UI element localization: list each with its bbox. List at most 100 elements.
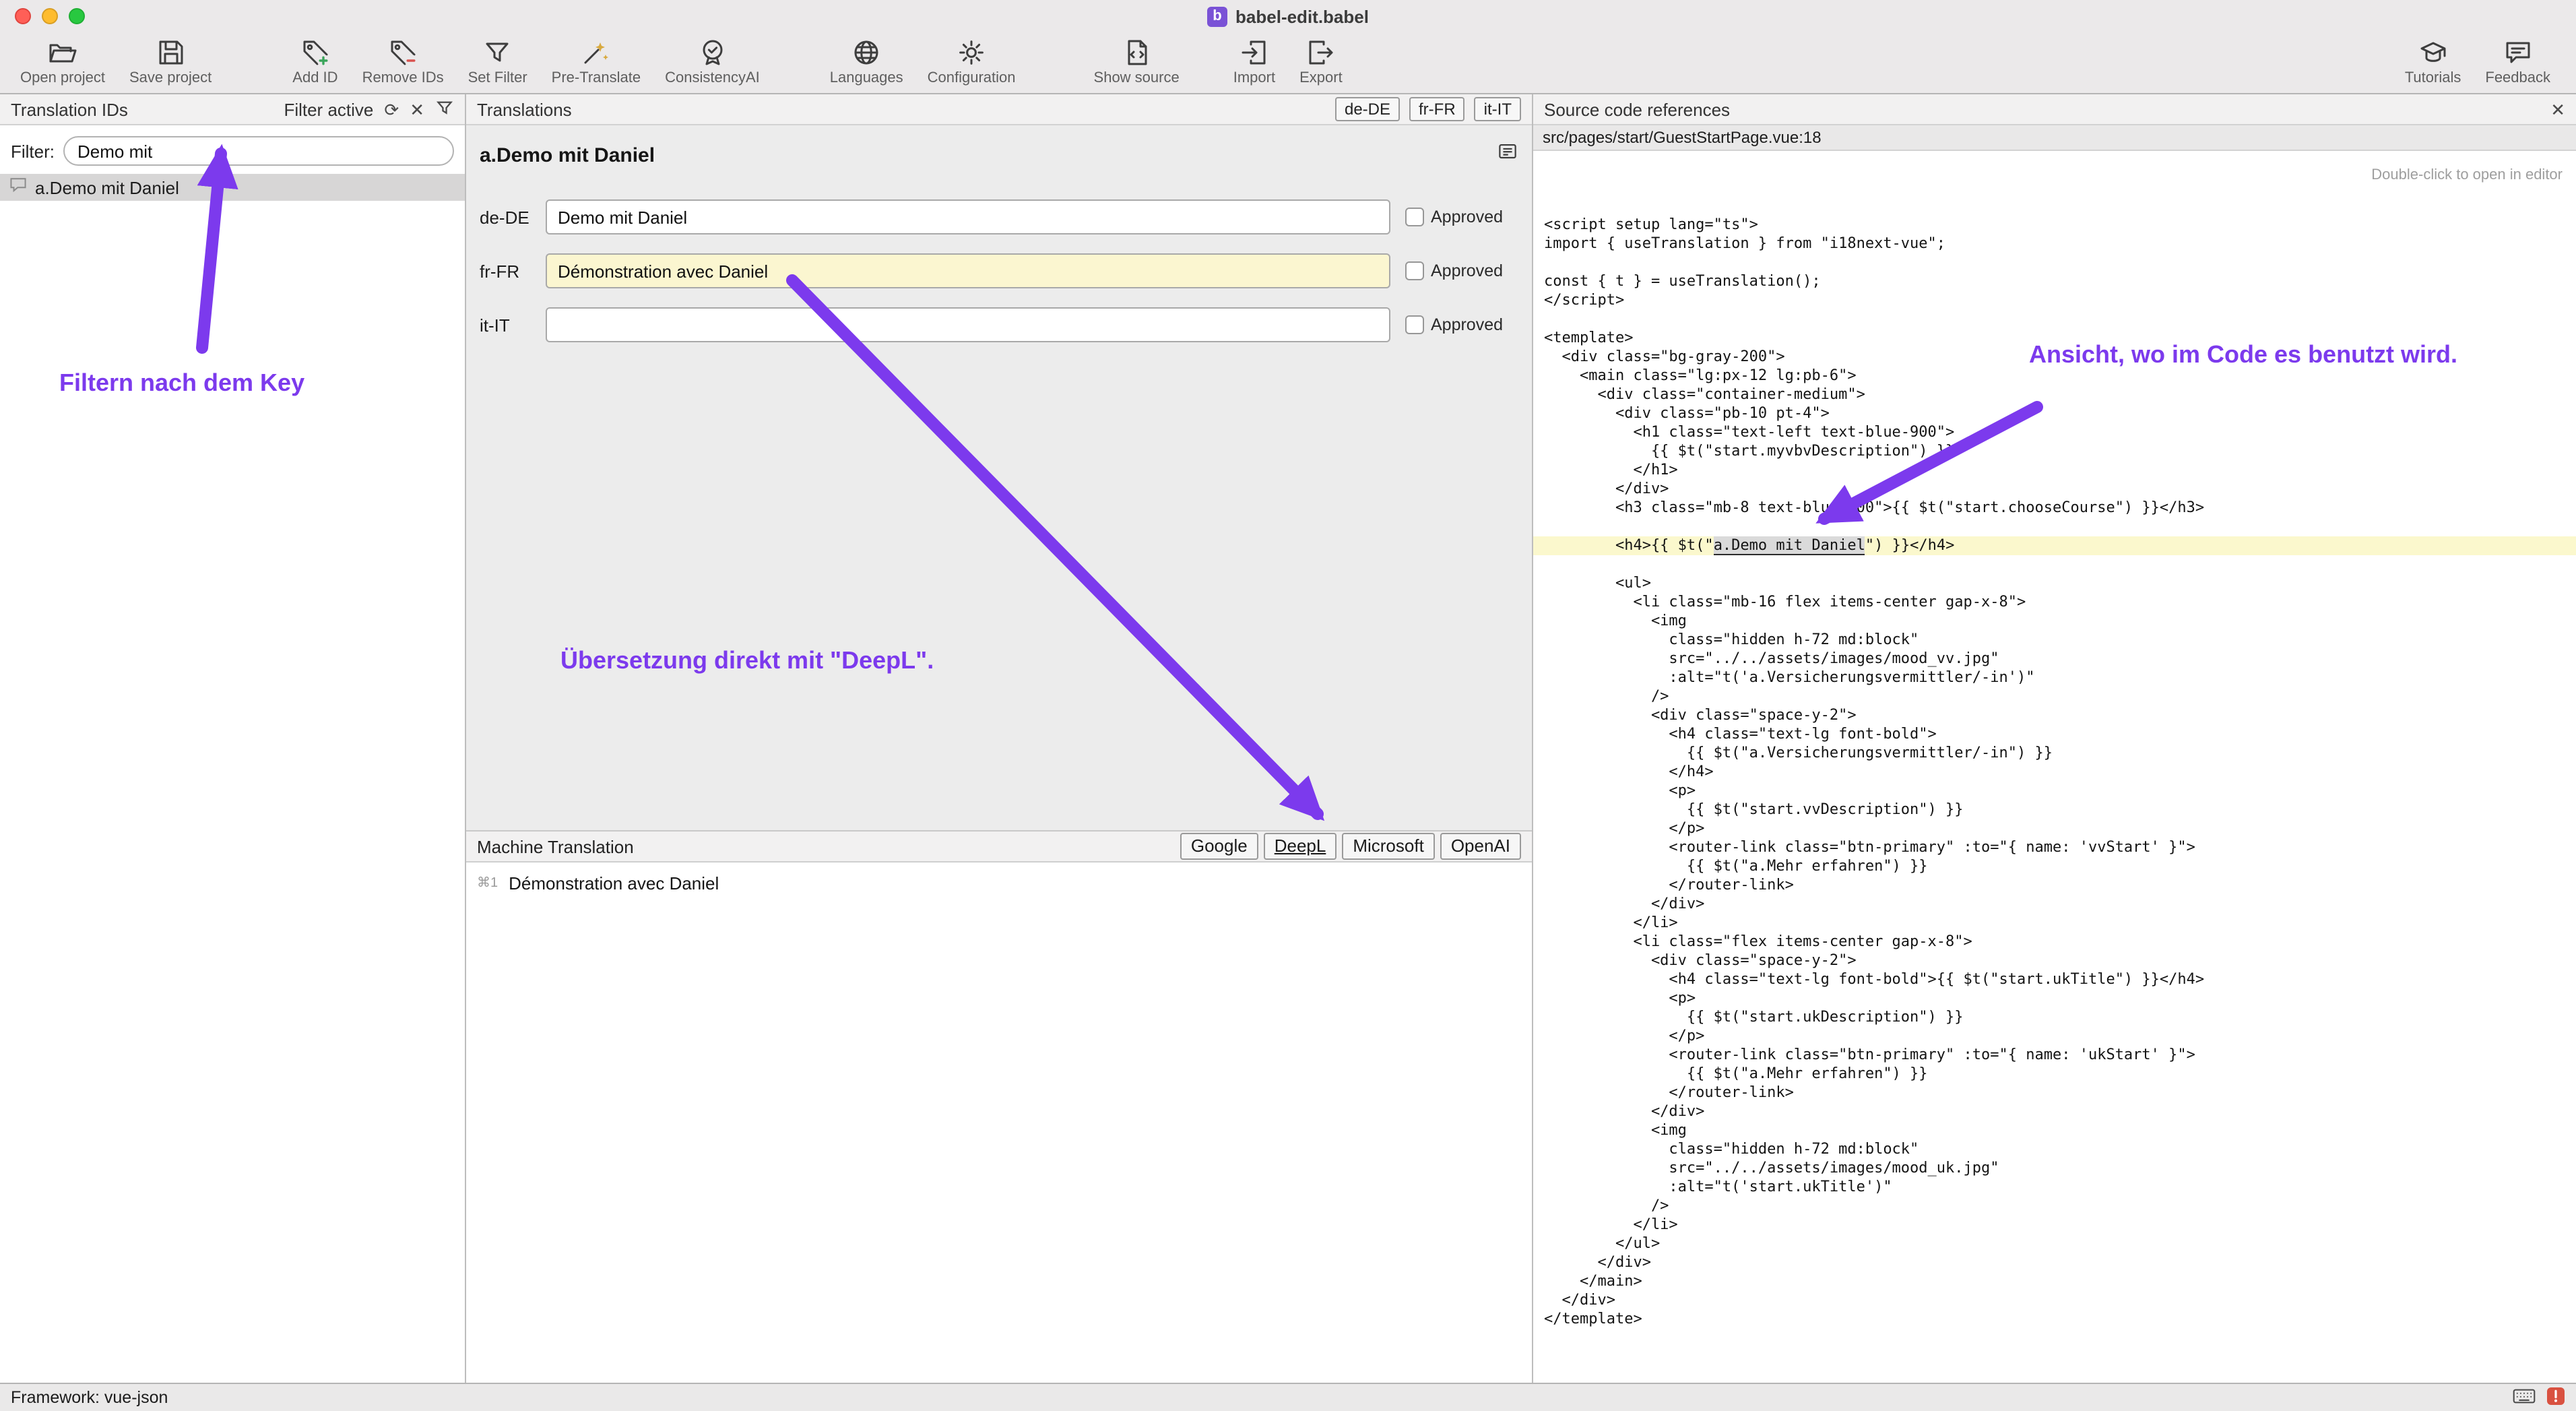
code-line <box>1533 253 2576 272</box>
tab-it-IT[interactable]: it-IT <box>1475 97 1521 121</box>
code-line: {{ $t("a.Mehr erfahren") }} <box>1533 1065 2576 1084</box>
framework-label: Framework: vue-json <box>11 1388 168 1407</box>
editor-hint-row: Double-click to open in editor <box>1533 151 2576 205</box>
save-project-button[interactable]: Save project <box>117 35 224 88</box>
language-label: fr-FR <box>480 261 546 281</box>
tag-remove-icon <box>388 36 418 69</box>
code-line: </p> <box>1533 1027 2576 1046</box>
tab-de-DE[interactable]: de-DE <box>1335 97 1400 121</box>
toolbar-label: Export <box>1299 70 1343 86</box>
code-line: </router-link> <box>1533 876 2576 895</box>
code-line: <div class="space-y-2"> <box>1533 951 2576 970</box>
code-line: <ul> <box>1533 574 2576 593</box>
minimize-window-button[interactable] <box>42 8 58 24</box>
highlighted-translation-key[interactable]: a.Demo mit Daniel <box>1714 536 1865 555</box>
set-filter-button[interactable]: Set Filter <box>456 35 540 88</box>
clear-filter-icon[interactable]: ✕ <box>410 100 424 118</box>
tag-add-icon <box>300 36 330 69</box>
code-line: <main class="lg:px-12 lg:pb-6"> <box>1533 367 2576 385</box>
code-line: </main> <box>1533 1272 2576 1291</box>
file-reference-bar[interactable]: src/pages/start/GuestStartPage.vue:18 <box>1533 125 2576 151</box>
code-line: src="../../assets/images/mood_uk.jpg" <box>1533 1159 2576 1178</box>
code-line: {{ $t("start.vvDescription") }} <box>1533 801 2576 819</box>
translation-input-fr-FR[interactable] <box>546 253 1390 288</box>
code-line: </h1> <box>1533 461 2576 480</box>
toolbar-label: Pre-Translate <box>552 70 641 86</box>
open-project-button[interactable]: Open project <box>8 35 117 88</box>
mt-engine-switcher: Google DeepL Microsoft OpenAI <box>1180 833 1521 860</box>
translations-header: Translations de-DE fr-FR it-IT <box>466 94 1532 125</box>
refresh-icon[interactable]: ⟳ <box>384 100 399 118</box>
toolbar-label: Tutorials <box>2405 70 2461 86</box>
feedback-button[interactable]: Feedback <box>2473 35 2563 88</box>
panel-title: Translations <box>477 99 572 119</box>
toolbar-label: Add ID <box>292 70 337 86</box>
error-indicator-icon[interactable] <box>2546 1386 2565 1409</box>
code-line: <p> <box>1533 782 2576 801</box>
babeledit-window: b babel-edit.babel Open project Save pro… <box>0 0 2576 1411</box>
import-button[interactable]: Import <box>1221 35 1287 88</box>
code-line: class="hidden h-72 md:block" <box>1533 1140 2576 1159</box>
export-button[interactable]: Export <box>1287 35 1355 88</box>
mt-suggestion-row[interactable]: ⌘1 Démonstration avec Daniel <box>477 873 1521 893</box>
close-window-button[interactable] <box>15 8 31 24</box>
magic-wand-icon <box>581 36 611 69</box>
window-title: babel-edit.babel <box>1235 6 1369 26</box>
toolbar-label: Import <box>1233 70 1275 86</box>
source-code[interactable]: <script setup lang="ts">import { useTran… <box>1533 205 2576 1383</box>
filter-input[interactable] <box>63 136 454 166</box>
translation-input-de-DE[interactable] <box>546 199 1390 234</box>
translation-input-it-IT[interactable] <box>546 307 1390 342</box>
machine-translation-header: Machine Translation Google DeepL Microso… <box>466 830 1532 863</box>
code-line: src="../../assets/images/mood_vv.jpg" <box>1533 650 2576 668</box>
toolbar: Open project Save project Add ID Remove … <box>0 32 2576 94</box>
translations-body: a.Demo mit Daniel de-DE Approved fr-FR A… <box>466 125 1532 830</box>
remove-ids-button[interactable]: Remove IDs <box>350 35 456 88</box>
filter-funnel-icon[interactable] <box>435 98 454 121</box>
comment-note-icon[interactable] <box>1497 142 1518 170</box>
toolbar-label: Set Filter <box>468 70 527 86</box>
code-line: </template> <box>1533 1310 2576 1329</box>
code-line: </div> <box>1533 1253 2576 1272</box>
code-line: <div class="pb-10 pt-4"> <box>1533 404 2576 423</box>
close-panel-icon[interactable]: ✕ <box>2550 100 2565 118</box>
code-line: <div class="space-y-2"> <box>1533 706 2576 725</box>
approved-checkbox[interactable] <box>1405 315 1424 334</box>
code-line: <router-link class="btn-primary" :to="{ … <box>1533 1046 2576 1065</box>
pre-translate-button[interactable]: Pre-Translate <box>540 35 653 88</box>
approved-checkbox[interactable] <box>1405 208 1424 226</box>
mt-engine-google[interactable]: Google <box>1180 833 1258 860</box>
window-title-group: b babel-edit.babel <box>1207 6 1369 26</box>
speech-bubble-icon <box>2503 36 2533 69</box>
mt-engine-openai[interactable]: OpenAI <box>1440 833 1521 860</box>
translation-id-item[interactable]: a.Demo mit Daniel <box>0 174 465 201</box>
translations-panel: Translations de-DE fr-FR it-IT a.Demo mi… <box>466 94 1533 1383</box>
code-line: class="hidden h-72 md:block" <box>1533 631 2576 650</box>
keyboard-shortcuts-icon[interactable] <box>2513 1387 2536 1408</box>
configuration-button[interactable]: Configuration <box>915 35 1028 88</box>
tutorials-button[interactable]: Tutorials <box>2393 35 2474 88</box>
code-line: {{ $t("start.myvbvDescription") }} <box>1533 442 2576 461</box>
add-id-button[interactable]: Add ID <box>280 35 350 88</box>
code-line <box>1533 310 2576 329</box>
code-line: </div> <box>1533 1102 2576 1121</box>
code-line: /> <box>1533 1197 2576 1216</box>
toolbar-label: Configuration <box>928 70 1016 86</box>
toolbar-label: Languages <box>830 70 903 86</box>
languages-button[interactable]: Languages <box>818 35 915 88</box>
translation-row: de-DE Approved <box>480 199 1518 234</box>
code-line: <template> <box>1533 329 2576 348</box>
toolbar-label: ConsistencyAI <box>665 70 760 86</box>
approved-checkbox[interactable] <box>1405 261 1424 280</box>
tab-fr-FR[interactable]: fr-FR <box>1409 97 1465 121</box>
consistency-badge-icon <box>697 36 727 69</box>
consistency-ai-button[interactable]: ConsistencyAI <box>653 35 772 88</box>
code-line: <li class="mb-16 flex items-center gap-x… <box>1533 593 2576 612</box>
mt-engine-microsoft[interactable]: Microsoft <box>1342 833 1434 860</box>
entry-header: a.Demo mit Daniel <box>480 142 1518 170</box>
show-source-button[interactable]: Show source <box>1082 35 1192 88</box>
folder-open-icon <box>48 36 77 69</box>
zoom-window-button[interactable] <box>69 8 85 24</box>
code-line: </ul> <box>1533 1234 2576 1253</box>
mt-engine-deepl[interactable]: DeepL <box>1264 833 1337 860</box>
